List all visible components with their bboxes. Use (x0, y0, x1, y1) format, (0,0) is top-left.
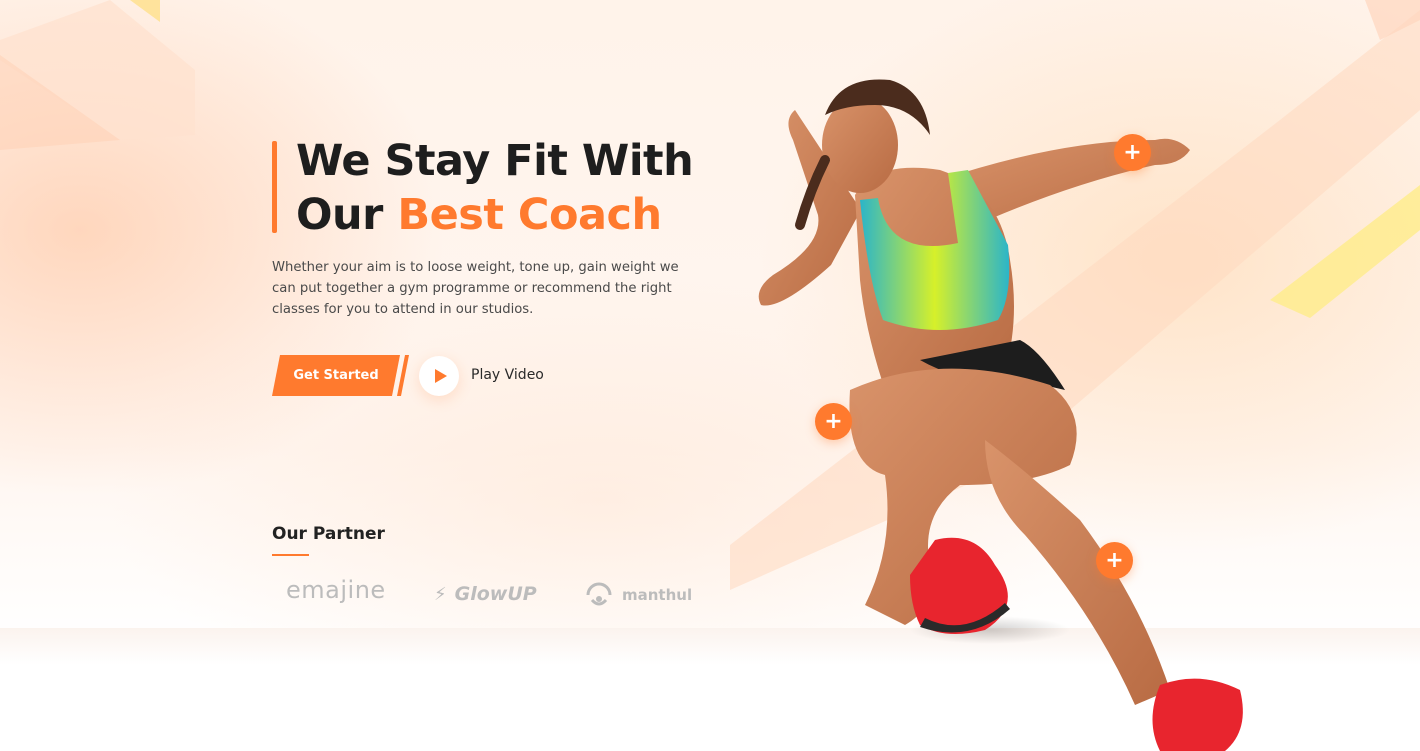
hotspot-arm[interactable]: + (1114, 134, 1151, 171)
hero-title-line2-plain: Our (296, 190, 398, 240)
partner-logo-emajine[interactable]: emajine (286, 576, 386, 604)
hero-title-line1: We Stay Fit With (296, 136, 694, 186)
get-started-button[interactable]: Get Started (272, 355, 400, 396)
play-video-button[interactable] (419, 356, 459, 396)
partner-logo-glowup[interactable]: ⚡ GlowUP (434, 583, 537, 605)
play-video-label[interactable]: Play Video (471, 367, 544, 383)
hero-description: Whether your aim is to loose weight, ton… (272, 260, 679, 317)
title-accent-bar (272, 141, 277, 233)
hotspot-knee[interactable]: + (815, 403, 852, 440)
bolt-icon: ⚡ (434, 583, 447, 605)
manthul-mark-icon (586, 582, 612, 606)
partner-title-underline (272, 554, 309, 556)
hero-title-accent: Best Coach (397, 190, 662, 240)
glowup-logo-text: GlowUP (454, 583, 537, 605)
play-icon (434, 369, 447, 383)
hero-title: We Stay Fit With Our Best Coach (296, 134, 756, 242)
hotspot-calf[interactable]: + (1096, 542, 1133, 579)
manthul-logo-text: manthul (622, 586, 693, 604)
partner-logo-manthul[interactable]: manthul (584, 580, 692, 610)
emajine-logo-text: emajine (286, 576, 386, 604)
partner-section-title: Our Partner (272, 524, 385, 544)
